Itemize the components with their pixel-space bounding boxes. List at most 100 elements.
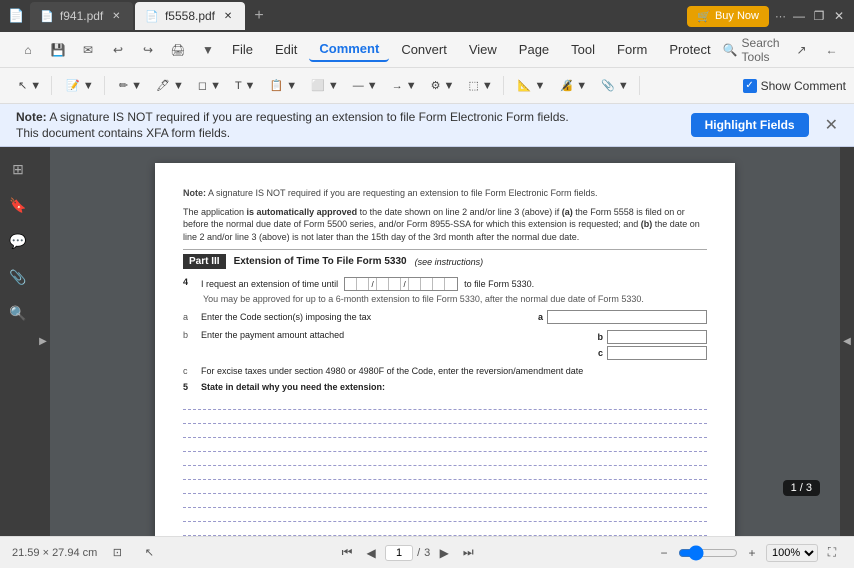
- next-page-button[interactable]: ▶: [434, 543, 454, 563]
- show-comment-checkbox[interactable]: ✓: [743, 79, 757, 93]
- tab-f941-close[interactable]: ✕: [109, 9, 123, 23]
- row-a-text: Enter the Code section(s) imposing the t…: [201, 312, 532, 322]
- pdf-icon-1: 📄: [40, 10, 54, 23]
- left-panel-toggle[interactable]: ▶: [36, 147, 50, 536]
- highlight-fields-button[interactable]: Highlight Fields: [691, 113, 809, 137]
- menu-page[interactable]: Page: [509, 38, 559, 61]
- email-icon[interactable]: ✉: [76, 38, 100, 62]
- search-tools-area[interactable]: 🔍 Search Tools: [723, 36, 780, 64]
- page-separator: /: [417, 547, 420, 559]
- search-tools-label: Search Tools: [742, 36, 780, 64]
- shape-tool[interactable]: ◻ ▼: [192, 76, 227, 95]
- menu-edit[interactable]: Edit: [265, 38, 307, 61]
- tool-group-4: 📐 ▼ 🔏 ▼ 📎 ▼: [508, 76, 640, 95]
- zoom-out-button[interactable]: −: [654, 543, 674, 563]
- tab-f5558-label: f5558.pdf: [165, 9, 215, 23]
- input-b[interactable]: [607, 330, 707, 344]
- external-link-icon[interactable]: ↗: [790, 38, 814, 62]
- input-a[interactable]: [547, 310, 707, 324]
- page-controls: ⏮ ◀ / 3 ▶ ⏭: [337, 543, 478, 563]
- cursor-mode-icon[interactable]: ↖: [137, 541, 161, 565]
- buy-now-button[interactable]: 🛒 Buy Now: [687, 6, 769, 27]
- dimensions-text: 21.59 × 27.94 cm: [12, 547, 97, 559]
- notification-body: This document contains XFA form fields.: [16, 126, 569, 140]
- callout-tool[interactable]: 📋 ▼: [263, 76, 303, 95]
- zoom-slider[interactable]: [678, 545, 738, 561]
- row-c-label: c: [183, 366, 195, 376]
- detail-line-6: [183, 468, 707, 480]
- row-b-text: Enter the payment amount attached: [201, 330, 592, 340]
- sticky-note-tool[interactable]: 📝 ▼: [60, 76, 100, 95]
- print-icon[interactable]: 🖨: [166, 38, 190, 62]
- notification-close[interactable]: ✕: [825, 115, 838, 135]
- tool-group-2: 📝 ▼: [56, 76, 105, 95]
- forward-icon[interactable]: →: [850, 38, 854, 62]
- detail-line-9: [183, 510, 707, 522]
- pencil-tool[interactable]: ✏ ▼: [113, 76, 148, 95]
- fit-page-icon[interactable]: ⊡: [105, 541, 129, 565]
- close-button[interactable]: ✕: [832, 9, 846, 23]
- fullscreen-button[interactable]: ⛶: [822, 543, 842, 563]
- sidebar-item-attachment[interactable]: 📎: [4, 263, 32, 291]
- arrow-tool[interactable]: → ▼: [386, 77, 423, 95]
- right-panel-toggle[interactable]: ◀: [840, 147, 854, 536]
- line-tool[interactable]: — ▼: [347, 77, 384, 95]
- undo-icon[interactable]: ↩: [106, 38, 130, 62]
- last-page-button[interactable]: ⏭: [458, 543, 478, 563]
- tab-f941[interactable]: 📄 f941.pdf ✕: [30, 2, 133, 30]
- menu-dots[interactable]: ⋯: [775, 10, 786, 23]
- detail-line-5: [183, 454, 707, 466]
- text-tool[interactable]: T ▼: [229, 77, 261, 95]
- sidebar-item-comment[interactable]: 💬: [4, 227, 32, 255]
- dropdown-icon[interactable]: ▼: [196, 38, 220, 62]
- menu-tool[interactable]: Tool: [561, 38, 605, 61]
- part3-label: Part III: [183, 254, 226, 269]
- extra-tool[interactable]: ⚙ ▼: [425, 76, 461, 95]
- measure-tool[interactable]: 📐 ▼: [512, 76, 552, 95]
- restore-button[interactable]: ❐: [812, 9, 826, 23]
- detail-line-1: [183, 398, 707, 410]
- pdf-scroll-area[interactable]: Note: A signature IS NOT required if you…: [50, 147, 840, 536]
- search-icon: 🔍: [723, 43, 738, 57]
- nav-icons: ↗ ← →: [790, 38, 854, 62]
- sidebar-item-pages[interactable]: ⊞: [4, 155, 32, 183]
- minimize-button[interactable]: —: [792, 9, 806, 23]
- sidebar-item-search[interactable]: 🔍: [4, 299, 32, 327]
- show-comment-label: Show Comment: [761, 79, 846, 93]
- input-c[interactable]: [607, 346, 707, 360]
- stamp-tool[interactable]: ⬜ ▼: [305, 76, 345, 95]
- redo-icon[interactable]: ↪: [136, 38, 160, 62]
- bottombar: 21.59 × 27.94 cm ⊡ ↖ ⏮ ◀ / 3 ▶ ⏭ − + 100…: [0, 536, 854, 568]
- page-number-input[interactable]: [385, 545, 413, 561]
- home-icon[interactable]: ⌂: [16, 38, 40, 62]
- zoom-in-button[interactable]: +: [742, 543, 762, 563]
- tab-list: 📄 📄 f941.pdf ✕ 📄 f5558.pdf ✕ +: [8, 0, 683, 32]
- new-tab-button[interactable]: +: [247, 4, 271, 28]
- zoom-select[interactable]: 100% 75% 125% 150%: [766, 544, 818, 562]
- detail-line-4: [183, 440, 707, 452]
- menu-protect[interactable]: Protect: [659, 38, 720, 61]
- row-b: b Enter the payment amount attached b c: [183, 330, 707, 360]
- menu-form[interactable]: Form: [607, 38, 657, 61]
- prev-page-button[interactable]: ◀: [361, 543, 381, 563]
- page-note: Note: A signature IS NOT required if you…: [183, 187, 707, 200]
- highlight-tool[interactable]: 🖊 ▼: [150, 76, 190, 95]
- sidebar-item-bookmark[interactable]: 🔖: [4, 191, 32, 219]
- tab-f5558-close[interactable]: ✕: [221, 9, 235, 23]
- attach-tool[interactable]: 📎 ▼: [595, 76, 635, 95]
- menu-convert[interactable]: Convert: [391, 38, 457, 61]
- back-icon[interactable]: ←: [820, 38, 844, 62]
- date-input[interactable]: / /: [344, 277, 458, 291]
- first-page-button[interactable]: ⏮: [337, 543, 357, 563]
- row-a-label: a: [183, 312, 195, 322]
- show-comment-toggle[interactable]: ✓ Show Comment: [743, 79, 846, 93]
- area-tool[interactable]: ⬚ ▼: [462, 76, 498, 95]
- tab-f5558[interactable]: 📄 f5558.pdf ✕: [135, 2, 245, 30]
- menu-view[interactable]: View: [459, 38, 507, 61]
- menu-comment[interactable]: Comment: [309, 37, 389, 62]
- menu-home[interactable]: File: [222, 38, 263, 61]
- save-icon[interactable]: 💾: [46, 38, 70, 62]
- row-a: a Enter the Code section(s) imposing the…: [183, 310, 707, 324]
- stamp2-tool[interactable]: 🔏 ▼: [553, 76, 593, 95]
- cursor-tool[interactable]: ↖ ▼: [12, 76, 47, 95]
